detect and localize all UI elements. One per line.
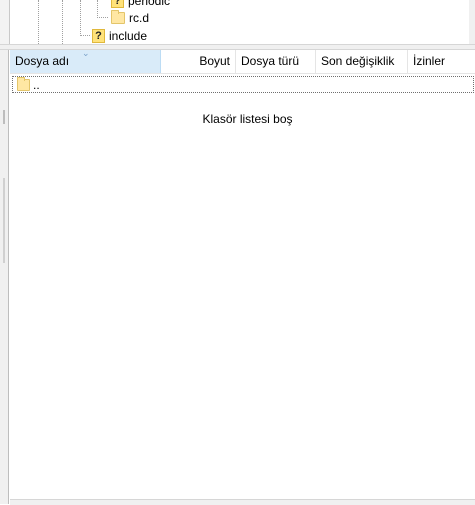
directory-tree[interactable]: ? periodic rc.d ? include [0,0,475,44]
parent-directory-row[interactable]: .. [12,76,474,93]
column-header-label: Dosya türü [241,54,300,68]
column-header-label: Dosya adı [15,54,70,68]
column-header-permissions[interactable]: İzinler [408,50,475,73]
tree-item-rc-d[interactable]: rc.d [111,9,149,26]
column-header-label: İzinler [413,54,446,68]
column-header-label: Boyut [199,54,230,68]
gutter-mark [3,110,5,124]
gutter-mark [3,178,5,263]
sort-ascending-icon: ⌄ [82,48,90,58]
tree-left-strip [0,0,10,44]
empty-folder-message: Klasör listesi boş [202,112,293,126]
column-header-name[interactable]: ⌄ Dosya adı [10,48,161,73]
file-list-header: ⌄ Dosya adı Boyut Dosya türü Son değişik… [10,48,475,74]
tree-item-label: rc.d [129,10,150,25]
horizontal-scrollbar[interactable] [10,499,475,505]
column-header-label: Son değişiklik [321,54,395,68]
unknown-folder-icon: ? [111,0,124,8]
tree-connector [97,0,98,18]
tree-item-label: periodic [128,0,171,8]
left-gutter [0,50,9,504]
column-header-size[interactable]: Boyut [161,50,236,73]
tree-item-include[interactable]: ? include [92,27,147,44]
column-header-type[interactable]: Dosya türü [236,50,316,73]
tree-item-label: include [109,28,148,43]
column-header-modified[interactable]: Son değişiklik [316,50,408,73]
tree-item-periodic[interactable]: ? periodic [111,0,170,9]
tree-connector [97,17,108,18]
tree-connector [38,0,39,44]
folder-icon [17,76,30,91]
unknown-folder-icon: ? [92,28,105,43]
tree-scrollbar[interactable] [469,0,475,44]
tree-connector [62,0,63,44]
folder-icon [111,9,125,24]
parent-directory-label: .. [33,77,40,92]
tree-connector [80,35,90,36]
tree-connector [80,0,81,36]
